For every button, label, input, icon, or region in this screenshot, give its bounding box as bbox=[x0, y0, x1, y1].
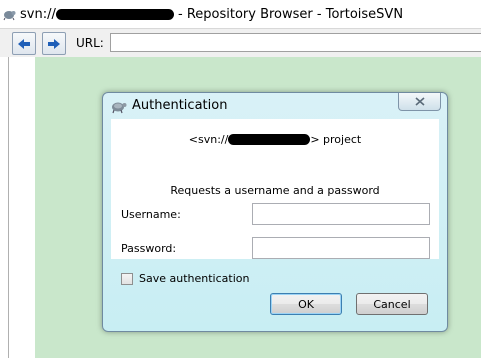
repository-tree-pane[interactable] bbox=[8, 57, 36, 358]
dialog-titlebar: Authentication bbox=[103, 93, 447, 119]
username-label: Username: bbox=[121, 208, 181, 221]
tortoisesvn-icon bbox=[111, 98, 127, 114]
password-label: Password: bbox=[121, 242, 177, 255]
repo-prefix: <svn:// bbox=[188, 133, 229, 146]
authentication-dialog: Authentication <svn:// > project Requests… bbox=[102, 92, 448, 332]
repository-line: <svn:// > project bbox=[111, 133, 439, 146]
back-arrow-icon bbox=[18, 38, 30, 49]
url-input[interactable] bbox=[110, 33, 481, 52]
save-authentication-checkbox[interactable] bbox=[121, 273, 133, 285]
username-field[interactable] bbox=[252, 203, 430, 225]
close-icon bbox=[414, 97, 425, 106]
forward-arrow-icon bbox=[48, 38, 60, 49]
forward-button[interactable] bbox=[42, 32, 66, 55]
close-button[interactable] bbox=[398, 93, 441, 111]
save-authentication-label[interactable]: Save authentication bbox=[139, 272, 249, 285]
ok-button[interactable]: OK bbox=[270, 293, 342, 315]
repo-suffix: > project bbox=[310, 133, 362, 146]
dialog-body: <svn:// > project Requests a username and… bbox=[111, 119, 439, 259]
redacted-url bbox=[55, 8, 174, 20]
tortoisesvn-app-icon bbox=[2, 7, 16, 21]
window-titlebar: svn:// - Repository Browser - TortoiseSV… bbox=[0, 0, 481, 28]
request-message: Requests a username and a password bbox=[170, 184, 380, 197]
window-title-suffix: - Repository Browser - TortoiseSVN bbox=[173, 6, 404, 22]
pane-margin bbox=[0, 57, 8, 358]
window-title-prefix: svn:// bbox=[20, 6, 56, 22]
redacted-repo-host bbox=[228, 134, 311, 145]
back-button[interactable] bbox=[12, 32, 36, 55]
dialog-title: Authentication bbox=[132, 98, 228, 113]
url-label: URL: bbox=[76, 36, 104, 50]
window-title: svn:// - Repository Browser - TortoiseSV… bbox=[20, 7, 403, 22]
cancel-button[interactable]: Cancel bbox=[356, 293, 428, 315]
password-field[interactable] bbox=[252, 237, 430, 259]
toolbar: URL: bbox=[0, 28, 481, 58]
